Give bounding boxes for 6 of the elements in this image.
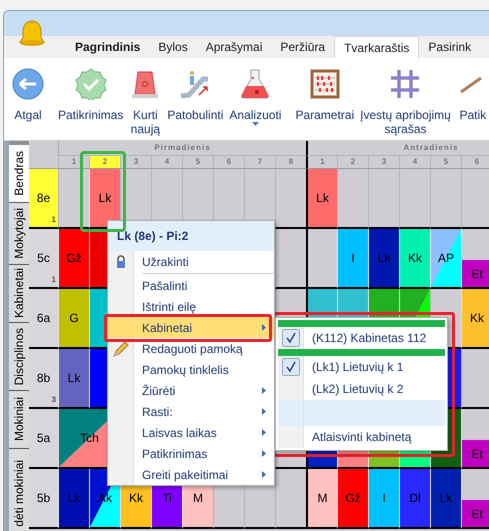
lesson-count: 1 — [52, 214, 56, 226]
day-header: Pirmadienis — [154, 142, 211, 154]
day-header: Antradienis — [403, 142, 458, 154]
lesson-count: 1 — [52, 274, 56, 286]
lesson-count: 3 — [52, 394, 56, 406]
menu-title: Lk (8e) - Pi:2 — [108, 221, 274, 251]
